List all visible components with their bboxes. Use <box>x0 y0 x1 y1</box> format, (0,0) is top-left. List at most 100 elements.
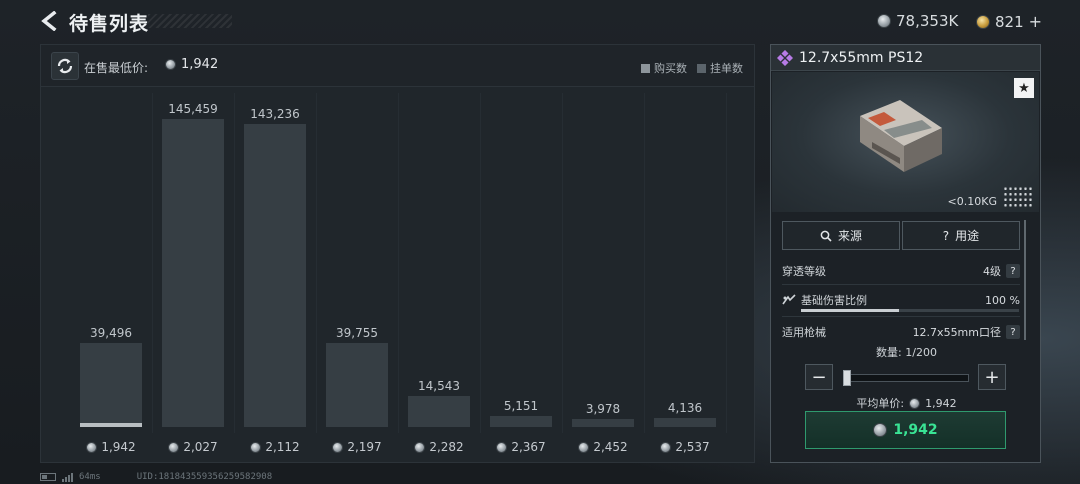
item-header: 12.7x55mm PS12 <box>771 45 1040 71</box>
x-tick-text: 2,112 <box>265 440 300 454</box>
legend-sell-label: 挂单数 <box>710 62 743 75</box>
quantity-value: 1/200 <box>905 346 937 359</box>
item-size-grid-icon <box>1003 186 1033 208</box>
silver-coin-icon <box>496 441 508 453</box>
grid-line <box>234 93 235 433</box>
bar-value-label: 14,543 <box>418 379 460 394</box>
unit-price-value: 1,942 <box>925 396 957 410</box>
grid-line <box>644 93 645 433</box>
silver-coin-icon <box>909 397 921 409</box>
stats-scrollbar[interactable] <box>1024 220 1026 340</box>
sell-bar[interactable] <box>80 343 142 427</box>
grid-line <box>726 93 727 433</box>
x-tick-label: 2,367 <box>481 440 561 454</box>
bar-value-label: 3,978 <box>585 401 621 416</box>
help-icon[interactable]: ? <box>1006 325 1020 339</box>
back-button[interactable] <box>38 10 60 32</box>
stat-label: 穿透等级 <box>782 265 826 278</box>
item-weight: <0.10KG <box>947 195 997 208</box>
silver-coin-icon <box>165 59 176 70</box>
damage-icon <box>782 294 796 305</box>
x-tick-label: 2,537 <box>645 440 725 454</box>
add-gold-button[interactable]: + <box>1029 12 1042 31</box>
bar-chart-plot: 39,496 1,942 145,459 2,027 143,236 2,112 39,75… <box>69 93 729 457</box>
source-button[interactable]: 来源 <box>782 221 900 250</box>
x-tick-label: 2,027 <box>153 440 233 454</box>
battery-icon <box>40 473 56 481</box>
gold-coin-icon <box>976 14 990 29</box>
legend-sell-swatch <box>697 63 706 73</box>
quantity-label: 数量: <box>876 346 902 359</box>
buy-bar <box>80 423 142 427</box>
silver-balance: 78,353K <box>877 12 958 30</box>
silver-coin-icon <box>877 14 891 28</box>
usage-label: 用途 <box>955 229 980 243</box>
buy-button[interactable]: 1,942 <box>805 411 1006 449</box>
x-tick-label: 2,112 <box>235 440 315 454</box>
buy-price: 1,942 <box>893 422 938 438</box>
gold-balance[interactable]: 821 + <box>976 12 1042 31</box>
damage-ratio-bar <box>801 309 1019 312</box>
sell-bar[interactable] <box>572 418 634 427</box>
usage-button[interactable]: ? 用途 <box>902 221 1020 250</box>
x-tick-label: 2,197 <box>317 440 397 454</box>
divider <box>782 316 1020 317</box>
stat-label: 适用枪械 <box>782 326 826 339</box>
refresh-button[interactable] <box>51 52 79 80</box>
item-detail-panel: 12.7x55mm PS12 ★ <0.10KG 来源 ? 用途 穿透等级 4级… <box>770 44 1041 463</box>
title-decoration <box>148 14 232 28</box>
sell-bar[interactable] <box>162 119 224 427</box>
rarity-diamond-icon <box>777 49 793 66</box>
bar-value-label: 4,136 <box>667 401 703 416</box>
source-label: 来源 <box>837 229 862 243</box>
help-icon[interactable]: ? <box>1006 264 1020 278</box>
quantity-row: 数量: 1/200 <box>771 344 1042 360</box>
x-tick-text: 2,452 <box>593 440 628 454</box>
quantity-increase-button[interactable]: + <box>978 364 1006 390</box>
quantity-decrease-button[interactable]: − <box>805 364 833 390</box>
bar-value-label: 145,459 <box>168 102 218 116</box>
sell-list-chart-panel: 在售最低价: 1,942 购买数 挂单数 39,496 1,942 145,459 2… <box>40 44 755 463</box>
silver-coin-icon <box>414 441 426 453</box>
silver-coin-icon <box>168 441 180 453</box>
stat-value: 100 % <box>985 293 1020 307</box>
x-tick-text: 2,537 <box>675 440 710 454</box>
stat-damage-ratio: 基础伤害比例 100 % <box>782 289 1020 311</box>
min-price: 1,942 <box>165 57 218 72</box>
chart-toolbar: 在售最低价: 1,942 购买数 挂单数 <box>41 45 754 87</box>
gold-balance-value: 821 <box>995 12 1024 31</box>
sell-bar[interactable] <box>244 123 306 427</box>
silver-balance-value: 78,353K <box>896 12 959 30</box>
quantity-slider[interactable] <box>843 374 969 382</box>
quantity-slider-thumb[interactable] <box>843 370 851 386</box>
x-tick-text: 1,942 <box>101 440 136 454</box>
sell-bar[interactable] <box>408 396 470 427</box>
sell-bar[interactable] <box>490 416 552 427</box>
page-title: 待售列表 <box>69 13 150 35</box>
signal-icon <box>62 472 73 482</box>
x-tick-text: 2,367 <box>511 440 546 454</box>
user-uid: UID:181843559356259582908 <box>136 472 273 482</box>
silver-coin-icon <box>86 441 98 453</box>
x-tick-text: 2,027 <box>183 440 218 454</box>
stat-value: 4级 <box>983 265 1001 278</box>
damage-ratio-fill <box>801 309 900 312</box>
stat-label: 基础伤害比例 <box>801 294 867 307</box>
top-bar: 待售列表 78,353K 821 + <box>0 0 1080 42</box>
bar-value-label: 5,151 <box>503 399 539 414</box>
bar-value-label: 39,496 <box>90 326 132 341</box>
item-image: ★ <0.10KG <box>772 72 1039 212</box>
favorite-star-button[interactable]: ★ <box>1014 78 1034 98</box>
plus-icon: + <box>984 366 1000 388</box>
legend-buy-label: 购买数 <box>654 62 687 75</box>
item-name: 12.7x55mm PS12 <box>799 49 924 66</box>
x-tick-text: 2,197 <box>347 440 382 454</box>
unit-price-label: 平均单价: <box>856 397 905 410</box>
question-icon: ? <box>942 228 950 243</box>
sell-bar[interactable] <box>654 418 716 427</box>
grid-line <box>316 93 317 433</box>
grid-line <box>152 93 153 433</box>
sell-bar[interactable] <box>326 342 388 427</box>
bar-value-label: 39,755 <box>336 325 378 340</box>
ammo-box-image <box>860 100 942 172</box>
